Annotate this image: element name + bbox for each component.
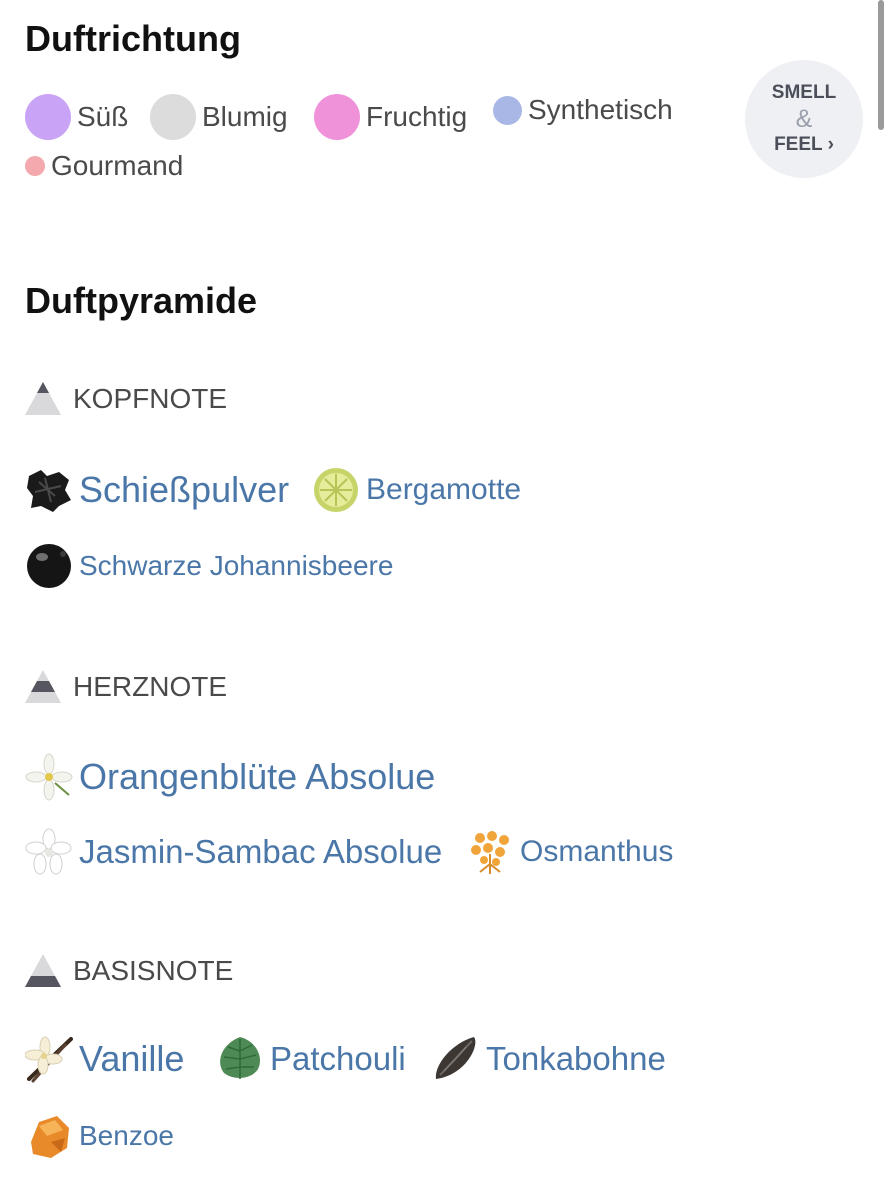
chip-synthetisch[interactable]: Synthetisch	[493, 94, 673, 126]
chip-label: Synthetisch	[528, 94, 673, 125]
note-label: Osmanthus	[520, 835, 674, 868]
chip-label: Fruchtig	[366, 101, 468, 132]
note-label: Tonkabohne	[486, 1040, 666, 1077]
note-schiesspulver[interactable]: Schießpulver	[25, 466, 289, 514]
note-patchouli[interactable]: Patchouli	[216, 1035, 406, 1083]
blackcurrant-icon	[27, 544, 71, 588]
sweet-color-dot	[25, 94, 71, 140]
note-label: Schießpulver	[79, 469, 290, 510]
note-tonkabohne[interactable]: Tonkabohne	[432, 1035, 666, 1083]
chip-label: Gourmand	[51, 150, 184, 181]
smell-and-feel-button[interactable]: SMELL & FEEL ›	[745, 60, 863, 178]
note-label: Vanille	[79, 1038, 185, 1079]
benzoin-icon	[31, 1116, 69, 1158]
note-benzoe[interactable]: Benzoe	[25, 1112, 174, 1160]
tier-label: BASISNOTE	[73, 954, 234, 986]
tier-base: BASISNOTE	[25, 954, 233, 987]
note-label: Patchouli	[270, 1040, 406, 1077]
note-schwarze-johannisbeere[interactable]: Schwarze Johannisbeere	[25, 542, 393, 590]
note-label: Orangenblüte Absolue	[79, 756, 436, 797]
page: Duftrichtung Süß Blumig Fruchtig Synthet…	[0, 0, 888, 1200]
tier-top: KOPFNOTE	[25, 382, 227, 415]
note-label: Jasmin-Sambac Absolue	[79, 833, 443, 870]
tonka-bean-icon	[435, 1037, 476, 1079]
orange-blossom-icon	[25, 753, 73, 801]
feel-label: FEEL ›	[774, 134, 834, 155]
note-orangenbluete[interactable]: Orangenblüte Absolue	[25, 753, 435, 801]
heart-note-pyramid-icon	[25, 670, 61, 703]
fruity-color-dot	[314, 94, 360, 140]
jasmine-icon	[25, 828, 72, 875]
chip-label: Blumig	[202, 101, 288, 132]
vanilla-icon	[25, 1036, 73, 1083]
note-label: Schwarze Johannisbeere	[79, 550, 394, 581]
note-label: Bergamotte	[366, 473, 522, 506]
base-note-pyramid-icon	[25, 954, 61, 987]
chip-suess[interactable]: Süß	[25, 94, 128, 140]
tier-label: HERZNOTE	[73, 670, 227, 702]
gourmand-color-dot	[25, 156, 45, 176]
note-jasmin-sambac[interactable]: Jasmin-Sambac Absolue	[25, 828, 442, 876]
top-note-pyramid-icon	[25, 382, 61, 415]
osmanthus-icon	[471, 831, 509, 874]
note-label: Benzoe	[79, 1120, 174, 1151]
patchouli-icon	[220, 1037, 260, 1079]
bergamot-icon	[314, 468, 358, 512]
ampersand-label: &	[795, 105, 813, 133]
chevron-right-icon: ›	[827, 134, 834, 155]
gunpowder-icon	[27, 470, 71, 512]
note-vanille[interactable]: Vanille	[25, 1035, 184, 1083]
scrollbar[interactable]	[878, 0, 884, 130]
chip-blumig[interactable]: Blumig	[150, 94, 288, 140]
tier-label: KOPFNOTE	[73, 382, 228, 414]
note-bergamotte[interactable]: Bergamotte	[312, 466, 521, 514]
chip-fruchtig[interactable]: Fruchtig	[314, 94, 467, 140]
floral-color-dot	[150, 94, 196, 140]
synthetic-color-dot	[493, 95, 522, 125]
chip-label: Süß	[77, 101, 129, 132]
chip-gourmand[interactable]: Gourmand	[25, 150, 183, 182]
smell-label: SMELL	[771, 82, 837, 103]
note-osmanthus[interactable]: Osmanthus	[466, 828, 673, 876]
tier-heart: HERZNOTE	[25, 670, 227, 703]
pyramid-title: Duftpyramide	[25, 280, 258, 321]
scent-direction-title: Duftrichtung	[25, 18, 241, 59]
